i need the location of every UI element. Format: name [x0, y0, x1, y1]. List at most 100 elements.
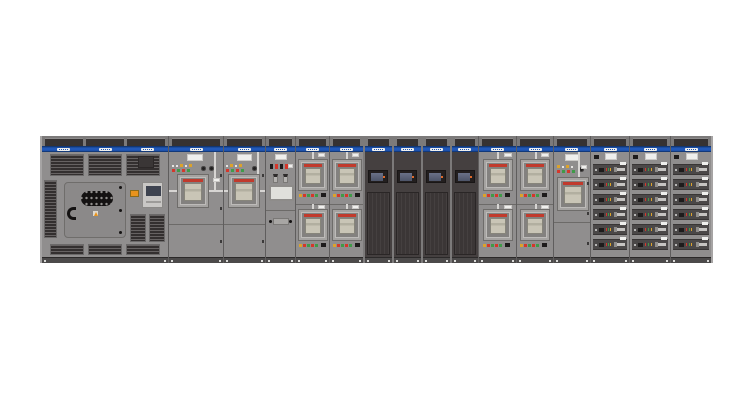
cabinet-drive-1	[363, 136, 392, 263]
mcc-feeder-unit	[593, 179, 628, 190]
brand-logo-mark	[685, 148, 698, 151]
hmi-display	[455, 170, 475, 183]
indicator-row	[172, 169, 192, 172]
unit-label-tag	[620, 222, 626, 225]
cabinet-drive-2	[392, 136, 421, 263]
unit-switch-handle	[614, 198, 625, 201]
mcc-feeder-unit	[593, 239, 628, 250]
vent-panel	[86, 138, 124, 146]
mcc-feeder-unit	[673, 224, 709, 235]
cabinet-nameplate	[237, 154, 252, 161]
vent-panel	[633, 138, 667, 146]
unit-nameplate	[599, 213, 604, 217]
roof-vent-band	[365, 136, 392, 146]
drive-door	[367, 192, 390, 255]
indicator-row	[557, 170, 575, 173]
cabinet-stacked-breaker-4	[516, 136, 553, 263]
unit-nameplate	[594, 155, 599, 159]
brand-logo-mark	[190, 148, 203, 151]
unit-switch-handle	[655, 243, 666, 246]
trip-lamp	[691, 168, 692, 171]
drawout-breaker	[560, 180, 586, 208]
feeder-front-panel	[224, 152, 265, 257]
brand-logo-mark	[57, 148, 70, 151]
vent-panel	[482, 138, 513, 146]
cabinet-drive-4	[450, 136, 479, 263]
stop-lamp	[648, 213, 649, 216]
mimic-label-tag	[541, 153, 549, 157]
cabinet-stacked-breaker-2	[329, 136, 363, 263]
unit-nameplate	[638, 228, 643, 232]
run-lamp	[645, 183, 646, 186]
mimic-label-tag	[352, 153, 359, 157]
indicator-row	[299, 243, 326, 247]
drive-door	[425, 192, 448, 255]
metering-front-panel	[266, 152, 296, 257]
unit-switch-handle	[696, 243, 707, 246]
mcc-feeder-column	[673, 164, 709, 250]
drawout-breaker	[301, 162, 325, 188]
mimic-label-tag	[352, 205, 359, 209]
cabinet-stacked-breaker-1	[295, 136, 329, 263]
cabinet-nameplate	[275, 154, 287, 160]
unit-switch-handle	[655, 198, 666, 201]
brand-logo-mark	[238, 148, 251, 151]
louver-grille	[44, 180, 57, 238]
unit-nameplate	[679, 168, 684, 172]
cabinet-nameplate	[686, 153, 698, 160]
unit-nameplate	[679, 213, 684, 217]
unit-label-tag	[702, 162, 708, 165]
brand-logo-mark	[141, 148, 154, 151]
vent-panel	[397, 138, 418, 146]
unit-label-tag	[661, 237, 667, 240]
unit-switch-handle	[696, 168, 707, 171]
stacked-front-panel	[479, 152, 516, 257]
brand-logo-mark	[340, 148, 353, 151]
mimic-line	[214, 152, 216, 191]
cabinet-incomer-section	[42, 136, 168, 263]
unit-switch-handle	[614, 168, 625, 171]
indicator-row	[520, 193, 547, 197]
unit-nameplate	[599, 198, 604, 202]
unit-switch-handle	[696, 183, 707, 186]
plinth	[266, 257, 296, 263]
hinge-icon	[587, 182, 589, 185]
drive-front-panel	[365, 152, 392, 257]
breaker-tier-upper	[330, 152, 363, 202]
door-seam	[554, 222, 590, 223]
trip-lamp	[691, 198, 692, 201]
unit-nameplate	[638, 243, 643, 247]
mcc-feeder-unit	[632, 224, 668, 235]
mcc-feeder-unit	[593, 209, 628, 220]
mimic-label-tag	[318, 205, 325, 209]
stop-lamp	[648, 183, 649, 186]
unit-switch-handle	[696, 228, 707, 231]
unit-switch-handle	[655, 168, 666, 171]
plinth	[554, 257, 590, 263]
unit-label-tag	[661, 162, 667, 165]
mcc-feeder-unit	[673, 164, 709, 175]
door-seam	[224, 224, 265, 225]
cabinet-mcc-panel-3	[670, 136, 711, 263]
unit-label-tag	[702, 207, 708, 210]
vent-panel	[594, 138, 627, 146]
roof-vent-band	[630, 136, 670, 146]
run-lamp	[645, 213, 646, 216]
unit-nameplate	[638, 183, 643, 187]
amber-nameplate	[130, 190, 139, 197]
fuse-block	[285, 164, 288, 169]
brand-logo-mark	[644, 148, 657, 151]
unit-nameplate	[679, 183, 684, 187]
unit-switch-handle	[655, 228, 666, 231]
unit-indicator-dot	[634, 244, 636, 246]
drawout-breaker	[486, 162, 510, 188]
hinge-icon	[262, 174, 264, 177]
unit-indicator-dot	[595, 169, 597, 171]
plinth	[296, 257, 329, 263]
trip-lamp	[651, 198, 652, 201]
unit-indicator-dot	[595, 229, 597, 231]
unit-indicator-dot	[595, 199, 597, 201]
unit-nameplate	[638, 213, 643, 217]
drawout-breaker	[231, 177, 257, 205]
trip-lamp	[691, 243, 692, 246]
